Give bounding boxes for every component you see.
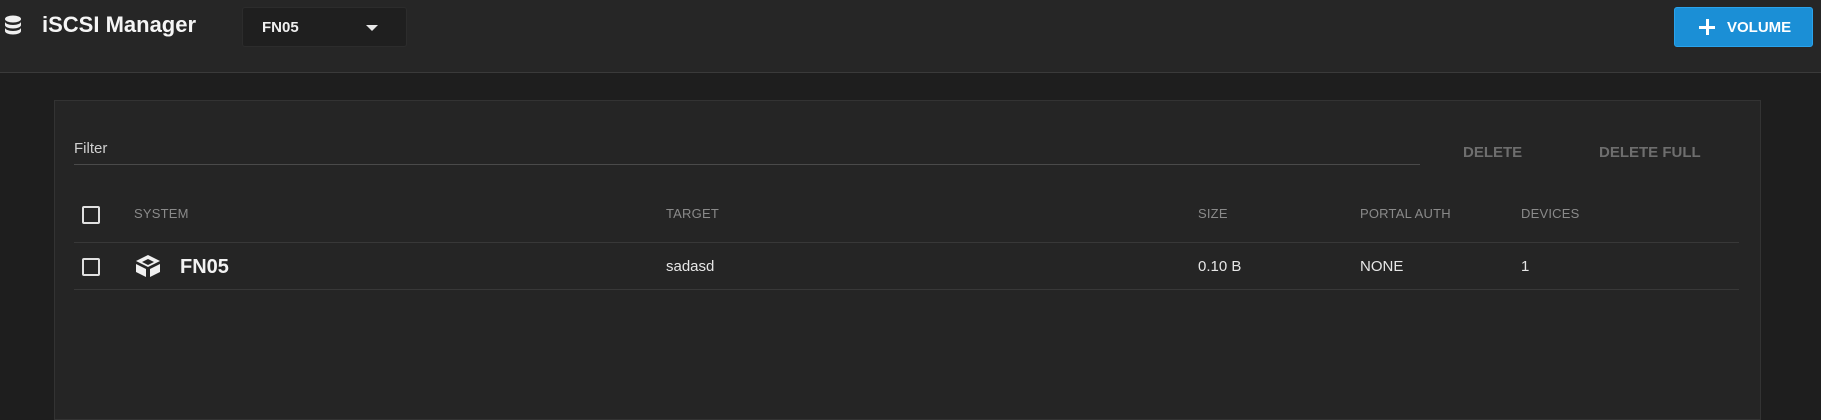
system-select[interactable]: FN05	[242, 7, 407, 47]
header-divider	[74, 242, 1739, 243]
app-title: iSCSI Manager	[42, 12, 197, 37]
filter-underline	[74, 164, 1420, 165]
column-header-size[interactable]: SIZE	[1198, 206, 1228, 222]
row-size: 0.10 B	[1198, 258, 1242, 275]
row-devices: 1	[1521, 258, 1530, 275]
caret-down-icon	[366, 25, 378, 31]
delete-full-button[interactable]: DELETE FULL	[1599, 143, 1701, 163]
column-header-system[interactable]: SYSTEM	[134, 206, 189, 222]
plus-icon	[1699, 19, 1715, 35]
row-divider	[74, 289, 1739, 290]
column-header-portal-auth[interactable]: PORTAL AUTH	[1360, 206, 1451, 222]
delete-button[interactable]: DELETE	[1463, 143, 1522, 163]
column-header-devices[interactable]: DEVICES	[1521, 206, 1579, 222]
system-select-value: FN05	[262, 19, 299, 36]
row-system-name: FN05	[180, 256, 229, 278]
row-checkbox[interactable]	[82, 258, 100, 276]
add-volume-button[interactable]: VOLUME	[1674, 7, 1813, 47]
row-target: sadasd	[666, 258, 715, 275]
database-icon	[5, 15, 21, 35]
column-header-target[interactable]: TARGET	[666, 206, 719, 222]
add-volume-label: VOLUME	[1727, 19, 1792, 36]
row-portal-auth: NONE	[1360, 258, 1404, 275]
select-all-checkbox[interactable]	[82, 206, 100, 224]
filter-input[interactable]: Filter	[74, 139, 107, 159]
app-header: iSCSI Manager FN05 VOLUME	[0, 0, 1821, 73]
truenas-logo-icon	[136, 255, 160, 277]
